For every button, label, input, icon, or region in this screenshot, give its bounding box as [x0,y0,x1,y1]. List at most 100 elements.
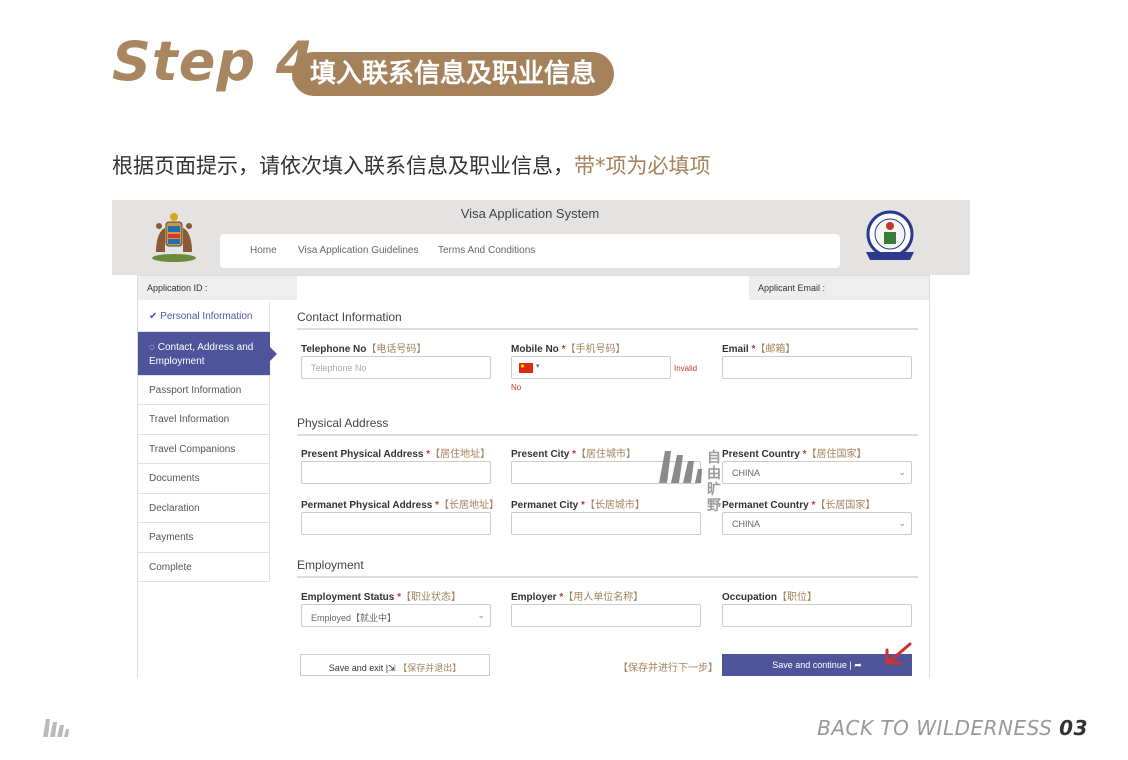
employment-status-label: Employment Status *【职业状态】 [301,588,461,603]
label-text: Employment Status [301,592,395,603]
step-sidebar: ✔ Personal Information ◌ Contact, Addres… [138,302,277,582]
applicant-email-label: Applicant Email : [749,276,929,300]
save-and-continue-cn-label: 【保存并进行下一步】 [618,663,718,674]
label-cn: 【职业状态】 [401,592,462,603]
section-divider [297,328,918,330]
step-pill: 填入联系信息及职业信息 [292,52,615,96]
section-divider [297,434,918,436]
mobile-input[interactable]: ▾ [511,356,671,379]
sidebar-item-travel-information[interactable]: Travel Information [138,405,270,435]
occupation-label: Occupation【职位】 [722,588,817,603]
label-text: Permanet Physical Address [301,500,433,511]
label-text: Present City [511,449,570,460]
email-input[interactable] [722,356,912,379]
employer-input[interactable] [511,604,701,627]
employment-section-title: Employment [297,558,364,572]
mobile-invalid-text: Invalid [674,364,698,373]
app-screenshot: Visa Application System Home Visa Applic… [112,200,970,678]
label-cn: 【居住国家】 [806,449,867,460]
present-country-label: Present Country *【居住国家】 [722,445,866,460]
watermark-line1: 自由 [707,449,721,481]
label-text: Permanet City [511,500,579,511]
sidebar-item-personal-information[interactable]: ✔ Personal Information [138,302,270,332]
permanent-country-label: Permanet Country *【长居国家】 [722,496,875,511]
telephone-input[interactable]: Telephone No [301,356,491,379]
label-cn: 【手机号码】 [565,344,626,355]
employment-status-select[interactable]: Employed【就业中】 ⌄ [301,604,491,627]
present-country-select[interactable]: CHINA ⌄ [722,461,912,484]
label-text: Occupation [722,592,778,603]
label-cn: 【长居国家】 [815,500,876,511]
label-text: Email [722,344,749,355]
present-city-label: Present City *【居住城市】 [511,445,636,460]
permanent-country-select[interactable]: CHINA ⌄ [722,512,912,535]
sidebar-item-payments[interactable]: Payments [138,523,270,553]
label-cn: 【长居地址】 [439,500,500,511]
present-address-input[interactable] [301,461,491,484]
occupation-input[interactable] [722,604,912,627]
label-text: Present Physical Address [301,449,424,460]
permanent-city-label: Permanet City *【长居城市】 [511,496,645,511]
instruction-highlight: 带*项为必填项 [574,154,711,178]
sidebar-item-label: Contact, Address and Employment [149,341,254,367]
address-section-title: Physical Address [297,416,389,430]
sidebar-item-documents[interactable]: Documents [138,464,270,494]
label-cn: 【电话号码】 [366,344,427,355]
label-text: Present Country [722,449,800,460]
sidebar-item-complete[interactable]: Complete [138,552,270,582]
instruction-text: 根据页面提示，请依次填入联系信息及职业信息，带*项为必填项 [112,150,711,180]
email-label: Email *【邮箱】 [722,340,795,355]
mobile-label: Mobile No *【手机号码】 [511,340,625,355]
country-code-caret-icon[interactable]: ▾ [536,362,540,370]
footer-brand: BACK TO WILDERNESS [817,716,1053,740]
instruction-main: 根据页面提示，请依次填入联系信息及职业信息， [112,154,574,178]
page-number: 03 [1059,716,1088,740]
label-cn: 【职位】 [777,592,818,603]
telephone-label: Telephone No【电话号码】 [301,340,426,355]
nav-home-link[interactable]: Home [250,245,277,256]
label-cn: 【居住城市】 [576,449,637,460]
exit-icon: ⇲ [388,663,396,673]
label-cn: 【长居城市】 [584,500,645,511]
employer-label: Employer *【用人单位名称】 [511,588,643,603]
watermark: 自由 旷野 [657,445,721,513]
system-title: Visa Application System [460,206,600,221]
chevron-down-icon: ⌄ [898,467,906,477]
button-label-cn: 【保存并退出】 [398,663,462,673]
spinner-icon: ◌ [149,341,158,353]
nav-terms-link[interactable]: Terms And Conditions [438,245,535,256]
application-id-label: Application ID : [138,276,297,300]
sidebar-item-passport-information[interactable]: Passport Information [138,375,270,405]
footer-text: BACK TO WILDERNESS 03 [817,716,1088,740]
watermark-line2: 旷野 [707,481,721,513]
label-cn: 【邮箱】 [755,344,796,355]
form-card: Application ID : Applicant Email : ✔ Per… [137,275,930,678]
label-cn: 【用人单位名称】 [563,592,644,603]
permanent-address-label: Permanet Physical Address *【长居地址】 [301,496,499,511]
label-text: Permanet Country [722,500,809,511]
label-text: Telephone No [301,344,367,355]
share-arrow-icon: ➦ [854,660,862,670]
permanent-address-input[interactable] [301,512,491,535]
label-text: Employer [511,592,557,603]
present-address-label: Present Physical Address *【居住地址】 [301,445,490,460]
immigration-badge-icon [866,210,914,260]
sidebar-item-label: Personal Information [160,311,253,322]
select-value: Employed【就业中】 [311,613,397,623]
watermark-text: 自由 旷野 [707,449,721,513]
permanent-city-input[interactable] [511,512,701,535]
sidebar-item-declaration[interactable]: Declaration [138,493,270,523]
chevron-down-icon: ⌄ [898,518,906,528]
select-value: CHINA [732,519,761,529]
sidebar-item-contact-address-employment[interactable]: ◌ Contact, Address and Employment [138,331,277,376]
brand-logo-icon [43,719,69,737]
top-nav: Home Visa Application Guidelines Terms A… [220,234,840,268]
label-text: Mobile No [511,344,559,355]
contact-section-title: Contact Information [297,310,402,324]
section-divider [297,576,918,578]
nav-guidelines-link[interactable]: Visa Application Guidelines [298,245,418,256]
save-and-exit-button[interactable]: Save and exit |⇲ 【保存并退出】 [300,654,490,676]
sidebar-item-travel-companions[interactable]: Travel Companions [138,434,270,464]
chevron-down-icon: ⌄ [477,610,485,620]
id-row: Application ID : Applicant Email : [138,276,929,300]
